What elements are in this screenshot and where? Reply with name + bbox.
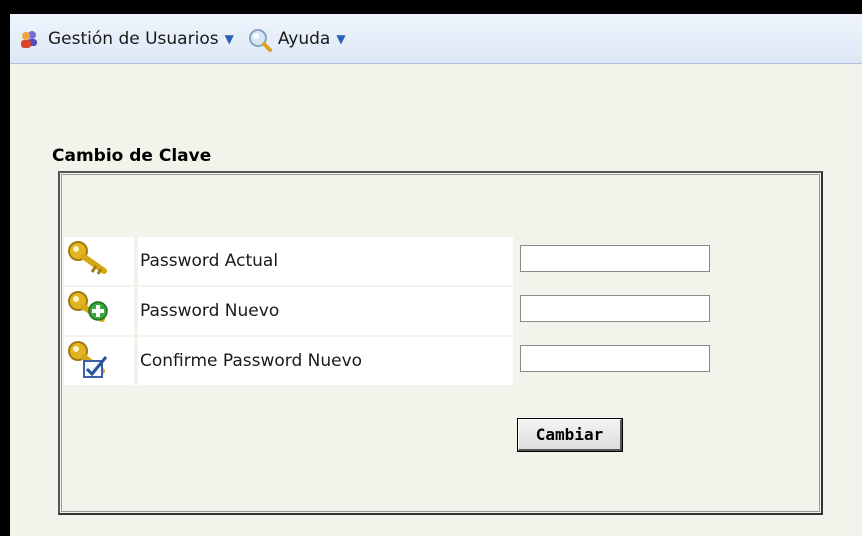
icon-cell: [64, 337, 134, 385]
chevron-down-icon: ▼: [336, 31, 346, 46]
label-password-nuevo: Password Nuevo: [138, 287, 513, 335]
form-title: Cambio de Clave: [52, 146, 212, 166]
password-nuevo-input[interactable]: [520, 295, 710, 322]
password-change-panel: Password Actual Password Nuevo Confirme …: [58, 171, 823, 515]
label-confirme-password: Confirme Password Nuevo: [138, 337, 513, 385]
users-icon: [18, 28, 40, 50]
key-check-icon: [68, 341, 108, 378]
password-actual-input[interactable]: [520, 245, 710, 272]
icon-cell: [64, 287, 134, 335]
key-add-icon: [68, 291, 108, 322]
icon-cell: [64, 237, 134, 285]
magnifier-icon: [248, 28, 272, 52]
cambiar-button[interactable]: Cambiar: [517, 418, 623, 452]
label-password-actual: Password Actual: [138, 237, 513, 285]
menu-ayuda-label: Ayuda: [277, 28, 331, 49]
menu-gestion-usuarios-label: Gestión de Usuarios: [48, 28, 219, 49]
chevron-down-icon: ▼: [224, 31, 234, 46]
menu-gestion-usuarios[interactable]: Gestión de Usuarios ▼: [18, 28, 234, 50]
menu-ayuda[interactable]: Ayuda ▼: [248, 28, 346, 52]
app-frame: Gestión de Usuarios ▼ Ayuda ▼ Cambio de …: [9, 13, 862, 536]
confirme-password-input[interactable]: [520, 345, 710, 372]
key-icon: [68, 241, 107, 275]
menu-bar: Gestión de Usuarios ▼ Ayuda ▼: [10, 14, 862, 64]
